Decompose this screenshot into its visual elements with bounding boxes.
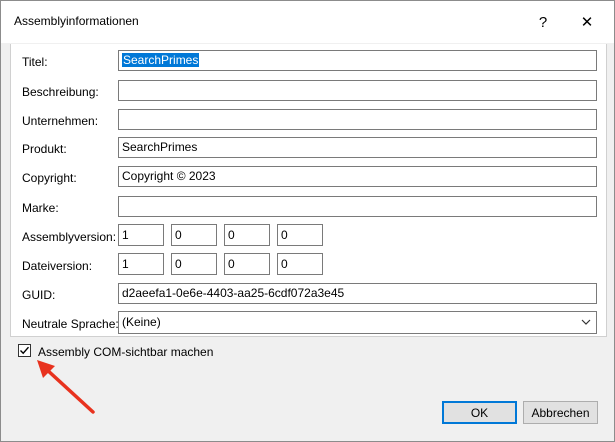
close-icon: ✕ [580, 14, 594, 31]
copyright-input[interactable]: Copyright © 2023 [118, 166, 597, 187]
dateiversion-build[interactable]: 0 [224, 253, 270, 275]
produkt-input[interactable]: SearchPrimes [118, 137, 597, 158]
close-button[interactable]: ✕ [564, 1, 610, 43]
ok-button[interactable]: OK [442, 401, 517, 424]
assemblyversion-minor[interactable]: 0 [171, 224, 217, 246]
titel-value: SearchPrimes [122, 53, 200, 67]
titel-input[interactable]: SearchPrimes [118, 50, 597, 71]
dateiversion-revision[interactable]: 0 [277, 253, 323, 275]
cancel-button[interactable]: Abbrechen [523, 401, 598, 424]
sprache-value: (Keine) [122, 315, 161, 329]
annotation-arrow-icon [37, 360, 95, 414]
com-visible-checkbox[interactable] [18, 344, 31, 357]
titel-label: Titel: [22, 55, 48, 69]
copyright-label: Copyright: [22, 171, 77, 185]
dateiversion-minor[interactable]: 0 [171, 253, 217, 275]
chevron-down-icon [581, 319, 591, 325]
help-button[interactable]: ? [520, 1, 566, 43]
unternehmen-input[interactable] [118, 109, 597, 130]
guid-label: GUID: [22, 288, 56, 302]
beschreibung-input[interactable] [118, 80, 597, 101]
title-bar: Assemblyinformationen ? ✕ [1, 1, 614, 43]
dateiversion-major[interactable]: 1 [118, 253, 164, 275]
assemblyversion-label: Assemblyversion: [22, 230, 117, 244]
unternehmen-label: Unternehmen: [22, 114, 99, 128]
help-icon: ? [538, 13, 548, 31]
sprache-label: Neutrale Sprache: [22, 317, 119, 331]
guid-input[interactable]: d2aeefa1-0e6e-4403-aa25-6cdf072a3e45 [118, 283, 597, 304]
assemblyversion-build[interactable]: 0 [224, 224, 270, 246]
beschreibung-label: Beschreibung: [22, 85, 99, 99]
assemblyversion-revision[interactable]: 0 [277, 224, 323, 246]
window-title: Assemblyinformationen [14, 14, 139, 28]
dateiversion-label: Dateiversion: [22, 259, 93, 273]
marke-label: Marke: [22, 201, 59, 215]
marke-input[interactable] [118, 196, 597, 217]
assembly-info-dialog: Assemblyinformationen ? ✕ Titel: SearchP… [0, 0, 615, 442]
checkmark-icon [20, 346, 30, 355]
sprache-select[interactable]: (Keine) [118, 311, 597, 334]
assemblyversion-major[interactable]: 1 [118, 224, 164, 246]
produkt-label: Produkt: [22, 142, 67, 156]
